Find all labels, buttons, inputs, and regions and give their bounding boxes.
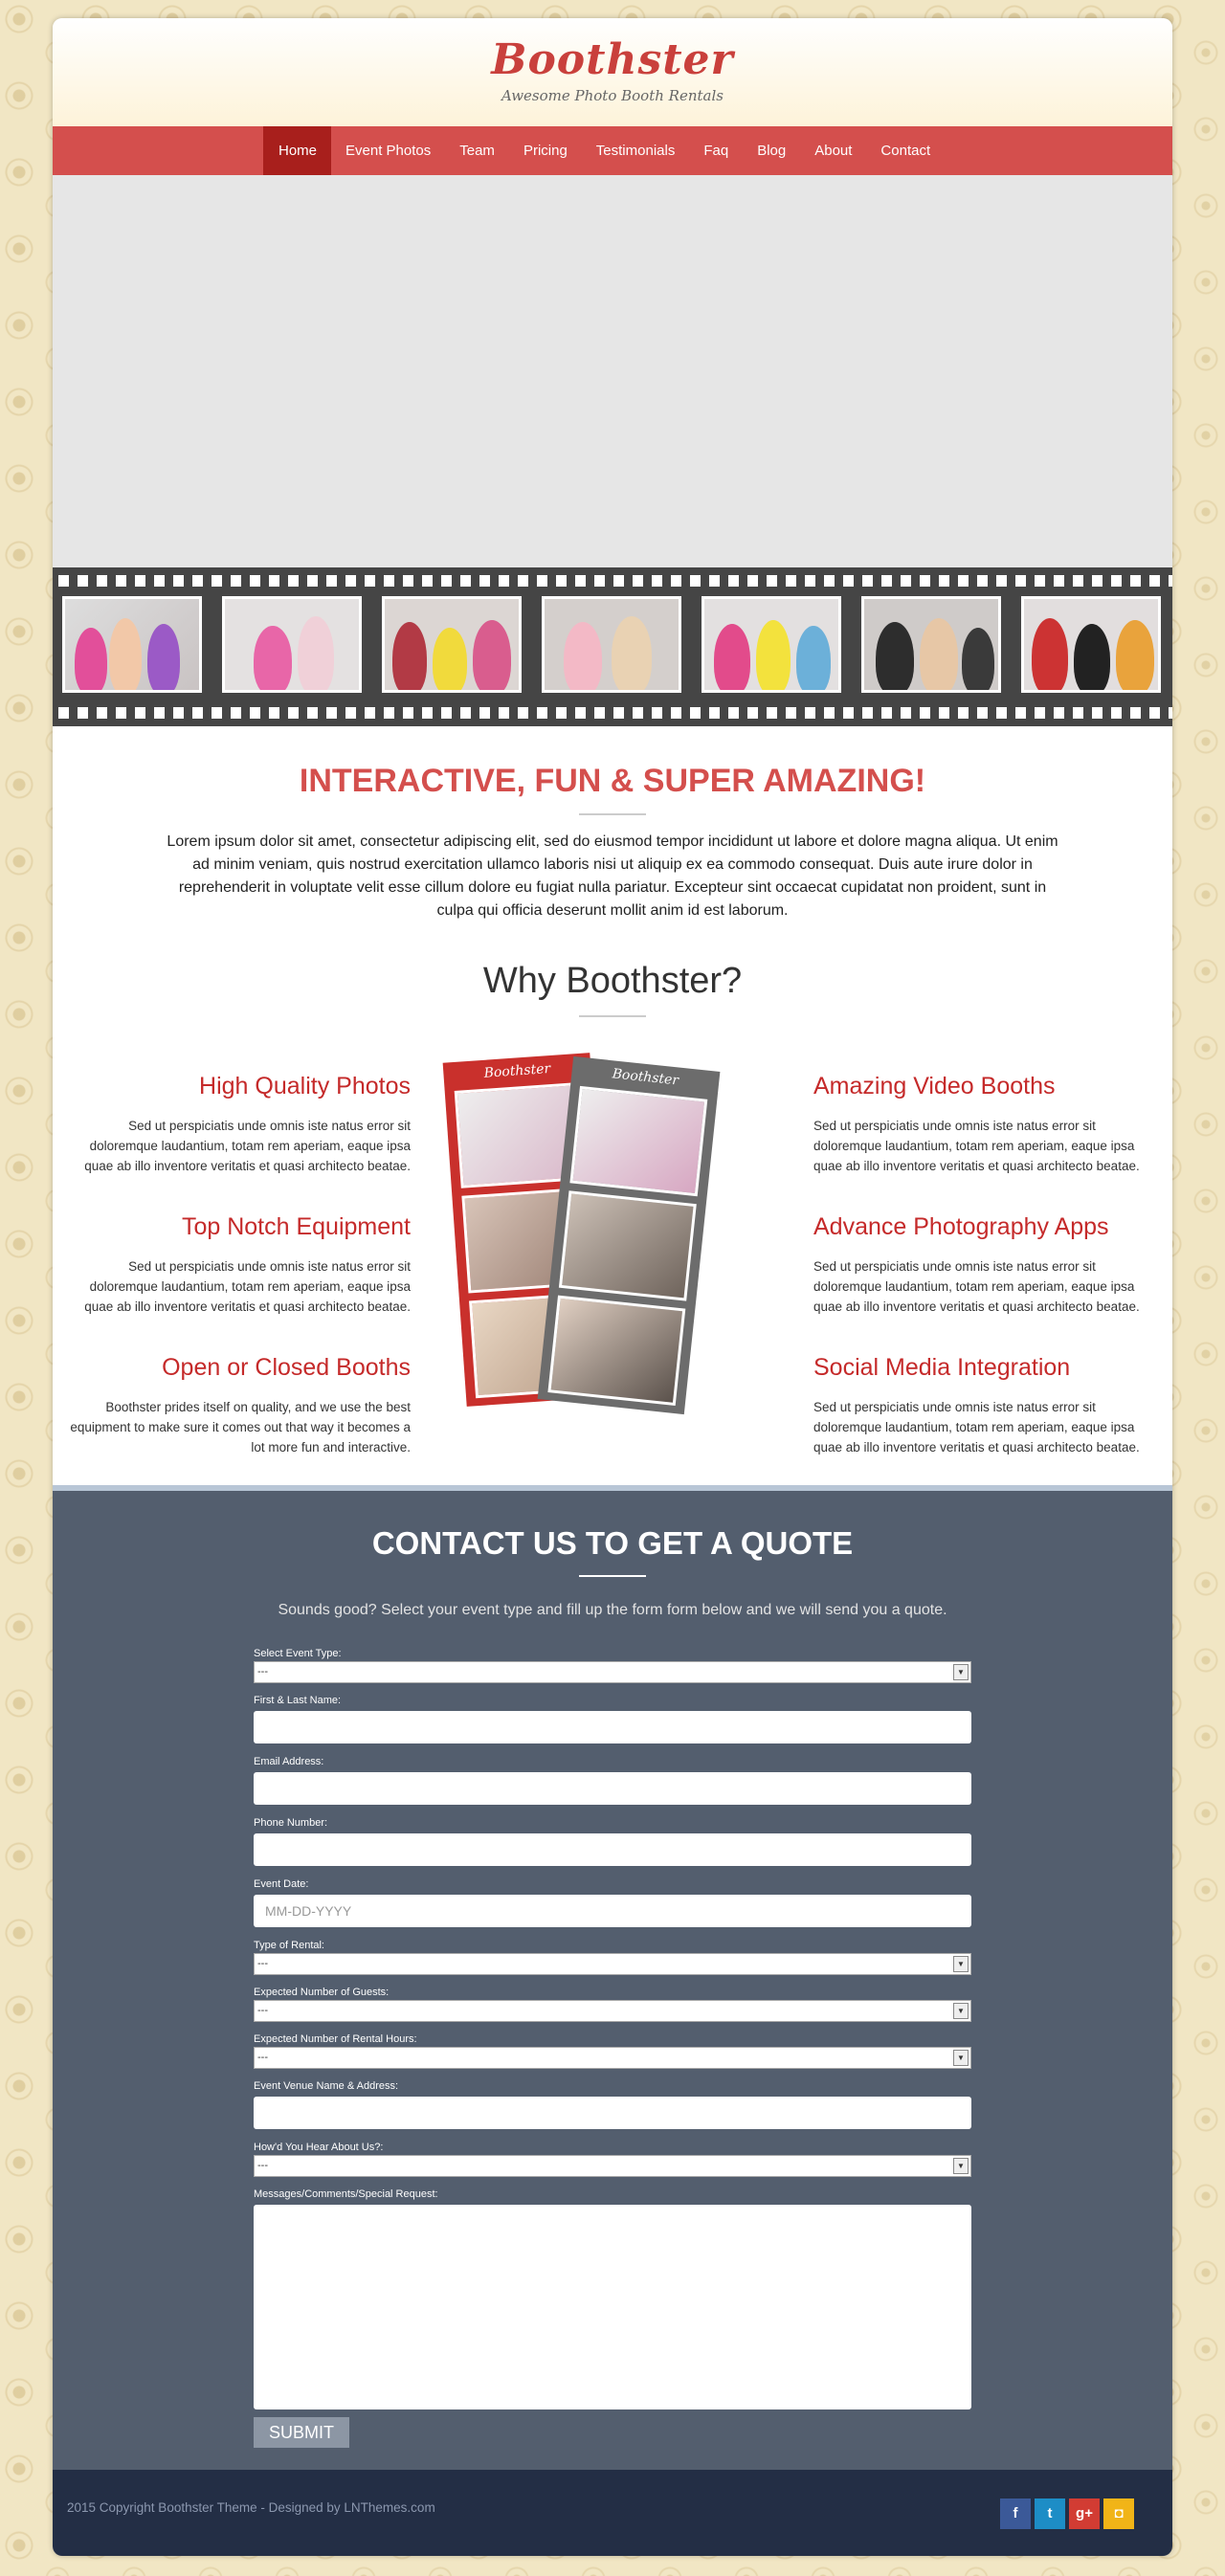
strip-photo <box>547 1295 686 1407</box>
rental-type-value: --- <box>257 1958 268 1969</box>
facebook-icon[interactable]: f <box>1000 2498 1031 2529</box>
feature-title: Amazing Video Booths <box>813 1073 1056 1099</box>
chevron-down-icon[interactable]: ▼ <box>953 2050 969 2066</box>
feature-text: Boothster prides itself on quality, and … <box>70 1400 411 1455</box>
chevron-down-icon[interactable]: ▼ <box>953 2003 969 2019</box>
gallery-thumb[interactable] <box>222 596 362 693</box>
nav-item-team[interactable]: Team <box>445 126 509 175</box>
divider <box>579 1575 646 1577</box>
nav-item-faq[interactable]: Faq <box>689 126 743 175</box>
gallery-thumb[interactable] <box>861 596 1001 693</box>
hours-label: Expected Number of Rental Hours: <box>254 2033 417 2045</box>
guests-value: --- <box>257 2005 268 2016</box>
site-footer: 2015 Copyright Boothster Theme - Designe… <box>53 2470 1172 2556</box>
page-container: Boothster Awesome Photo Booth Rentals Ho… <box>53 18 1172 2556</box>
intro-section: INTERACTIVE, FUN & SUPER AMAZING! Lorem … <box>53 726 1172 922</box>
features-grid: High Quality Photos Sed ut perspiciatis … <box>53 1017 1172 1486</box>
hear-about-value: --- <box>257 2160 268 2171</box>
feature-text: Sed ut perspiciatis unde omnis iste natu… <box>813 1400 1140 1455</box>
quote-form: Select Event Type: --- ▼ First & Last Na… <box>254 1648 971 2448</box>
film-perforations-bottom <box>53 707 1172 719</box>
why-title: Why Boothster? <box>482 961 743 1001</box>
gallery-thumb[interactable] <box>542 596 681 693</box>
venue-label: Event Venue Name & Address: <box>254 2080 399 2092</box>
guests-label: Expected Number of Guests: <box>254 1987 390 1998</box>
feature-title: Open or Closed Booths <box>162 1354 411 1381</box>
hear-about-select[interactable]: --- ▼ <box>254 2155 971 2177</box>
chevron-down-icon[interactable]: ▼ <box>953 1664 969 1680</box>
email-field[interactable] <box>254 1772 971 1805</box>
hours-value: --- <box>257 2052 268 2063</box>
event-type-select[interactable]: --- ▼ <box>254 1661 971 1683</box>
message-textarea[interactable] <box>254 2205 971 2409</box>
divider <box>579 813 646 815</box>
google-plus-icon[interactable]: g+ <box>1069 2498 1100 2529</box>
event-date-field[interactable]: MM-DD-YYYY <box>254 1895 971 1927</box>
instagram-icon[interactable]: ◘ <box>1103 2498 1134 2529</box>
feature-social-media-integration: Social Media Integration Sed ut perspici… <box>813 1354 1158 1457</box>
rental-type-label: Type of Rental: <box>254 1940 324 1951</box>
hero-slider[interactable] <box>53 175 1172 567</box>
feature-title: Social Media Integration <box>813 1354 1071 1381</box>
why-section: Why Boothster? High Quality Photos Sed u… <box>53 961 1172 1486</box>
hear-about-label: How'd You Hear About Us?: <box>254 2142 384 2153</box>
feature-text: Sed ut perspiciatis unde omnis iste natu… <box>84 1119 411 1173</box>
nav-item-pricing[interactable]: Pricing <box>509 126 582 175</box>
gallery-thumb[interactable] <box>382 596 522 693</box>
feature-advance-photography-apps: Advance Photography Apps Sed ut perspici… <box>813 1213 1158 1317</box>
main-nav: Home Event Photos Team Pricing Testimoni… <box>53 126 1172 175</box>
feature-title: Top Notch Equipment <box>181 1213 411 1240</box>
strip-brand: Boothster <box>483 1060 551 1081</box>
chevron-down-icon[interactable]: ▼ <box>953 2158 969 2174</box>
intro-title: INTERACTIVE, FUN & SUPER AMAZING! <box>299 763 926 799</box>
site-logo[interactable]: Boothster <box>53 35 1172 84</box>
event-type-label: Select Event Type: <box>254 1648 342 1659</box>
rental-type-select[interactable]: --- ▼ <box>254 1953 971 1975</box>
gallery-thumb[interactable] <box>702 596 841 693</box>
social-links: f t g+ ◘ <box>1000 2498 1134 2529</box>
copyright-text: 2015 Copyright Boothster Theme - Designe… <box>67 2500 435 2515</box>
nav-item-testimonials[interactable]: Testimonials <box>582 126 690 175</box>
site-tagline: Awesome Photo Booth Rentals <box>501 87 724 104</box>
gallery-thumb[interactable] <box>1021 596 1161 693</box>
quote-section: CONTACT US TO GET A QUOTE Sounds good? S… <box>53 1485 1172 2470</box>
message-label: Messages/Comments/Special Request: <box>254 2188 438 2200</box>
phone-field[interactable] <box>254 1833 971 1866</box>
feature-text: Sed ut perspiciatis unde omnis iste natu… <box>813 1259 1140 1314</box>
quote-title: CONTACT US TO GET A QUOTE <box>371 1525 854 1561</box>
film-perforations-top <box>53 575 1172 587</box>
nav-item-home[interactable]: Home <box>263 126 332 175</box>
name-label: First & Last Name: <box>254 1695 342 1706</box>
nav-item-contact[interactable]: Contact <box>866 126 945 175</box>
feature-title: High Quality Photos <box>199 1073 411 1099</box>
nav-item-about[interactable]: About <box>800 126 866 175</box>
feature-top-notch-equipment: Top Notch Equipment Sed ut perspiciatis … <box>66 1213 411 1317</box>
phone-label: Phone Number: <box>254 1817 328 1829</box>
feature-text: Sed ut perspiciatis unde omnis iste natu… <box>813 1119 1140 1173</box>
nav-item-blog[interactable]: Blog <box>743 126 800 175</box>
guests-select[interactable]: --- ▼ <box>254 2000 971 2022</box>
feature-amazing-video-booths: Amazing Video Booths Sed ut perspiciatis… <box>813 1073 1158 1176</box>
strip-photo <box>558 1190 697 1301</box>
name-field[interactable] <box>254 1711 971 1743</box>
hours-select[interactable]: --- ▼ <box>254 2047 971 2069</box>
feature-text: Sed ut perspiciatis unde omnis iste natu… <box>84 1259 411 1314</box>
chevron-down-icon[interactable]: ▼ <box>953 1956 969 1972</box>
intro-text: Lorem ipsum dolor sit amet, consectetur … <box>167 833 1058 919</box>
feature-title: Advance Photography Apps <box>813 1213 1109 1240</box>
site-header: Boothster Awesome Photo Booth Rentals <box>53 18 1172 126</box>
film-strip-gallery <box>53 567 1172 726</box>
submit-button[interactable]: SUBMIT <box>254 2417 349 2448</box>
email-label: Email Address: <box>254 1756 324 1767</box>
event-date-label: Event Date: <box>254 1878 309 1890</box>
gallery-thumb[interactable] <box>62 596 202 693</box>
feature-open-closed-booths: Open or Closed Booths Boothster prides i… <box>66 1354 411 1457</box>
twitter-icon[interactable]: t <box>1035 2498 1065 2529</box>
venue-field[interactable] <box>254 2097 971 2129</box>
feature-high-quality-photos: High Quality Photos Sed ut perspiciatis … <box>66 1073 411 1176</box>
nav-item-event-photos[interactable]: Event Photos <box>331 126 445 175</box>
event-type-value: --- <box>257 1666 268 1677</box>
strip-photo <box>569 1085 708 1197</box>
quote-lead: Sounds good? Select your event type and … <box>278 1602 947 1618</box>
